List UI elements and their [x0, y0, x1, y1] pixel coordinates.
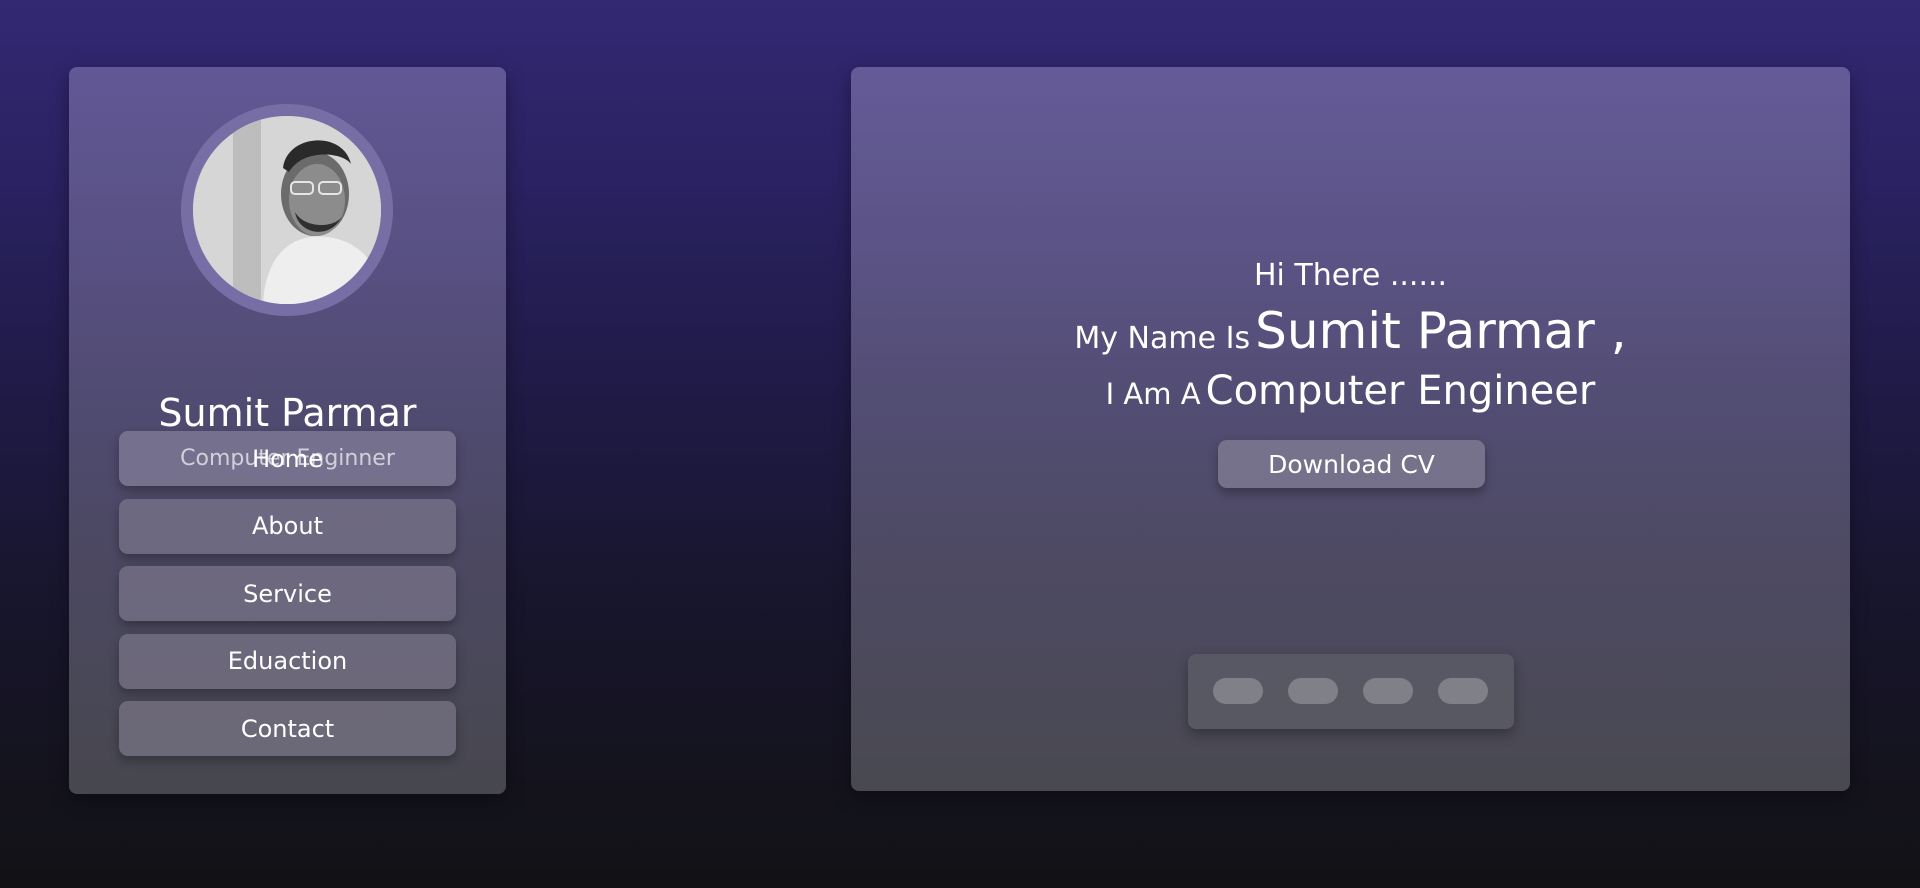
download-cv-label: Download CV — [1268, 449, 1435, 479]
nav-item-service[interactable]: Service — [119, 566, 456, 621]
social-link-icon-2[interactable] — [1288, 678, 1338, 704]
nav-item-label: About — [252, 512, 323, 540]
nav-item-about[interactable]: About — [119, 498, 456, 554]
nav-item-contact[interactable]: Contact — [119, 701, 456, 756]
social-links-bar — [1188, 654, 1514, 729]
avatar — [193, 116, 381, 304]
hero-name-prefix: My Name Is — [1074, 321, 1251, 356]
profile-name: Sumit Parmar — [158, 391, 417, 435]
sidebar-nav: Home About Service Eduaction Contact — [119, 431, 456, 769]
avatar-ring — [181, 104, 393, 316]
nav-item-label: Home — [252, 444, 323, 473]
hero-greeting: Hi There ...... — [1253, 258, 1448, 293]
hero-role-line: I Am A Computer Engineer — [851, 365, 1850, 425]
nav-item-home[interactable]: Home — [119, 431, 456, 486]
nav-item-education[interactable]: Eduaction — [119, 633, 456, 689]
social-link-icon-3[interactable] — [1363, 678, 1413, 704]
social-link-icon-4[interactable] — [1438, 678, 1488, 704]
hero-role-prefix: I Am A — [1105, 377, 1201, 411]
nav-item-label: Service — [243, 579, 332, 608]
hero-name: Sumit Parmar , — [1255, 302, 1627, 360]
social-link-icon-1[interactable] — [1213, 678, 1263, 704]
hero-role: Computer Engineer — [1205, 368, 1596, 414]
download-cv-button[interactable]: Download CV — [1218, 440, 1485, 488]
hero-card: Hi There ...... My Name Is Sumit Parmar … — [851, 67, 1850, 791]
hero-name-line: My Name Is Sumit Parmar , — [851, 300, 1850, 374]
nav-item-label: Contact — [240, 714, 335, 743]
nav-item-label: Eduaction — [227, 647, 348, 675]
avatar-photo — [193, 116, 381, 304]
sidebar-profile-card: Sumit Parmar Computer Enginner Home Abou… — [69, 67, 506, 794]
